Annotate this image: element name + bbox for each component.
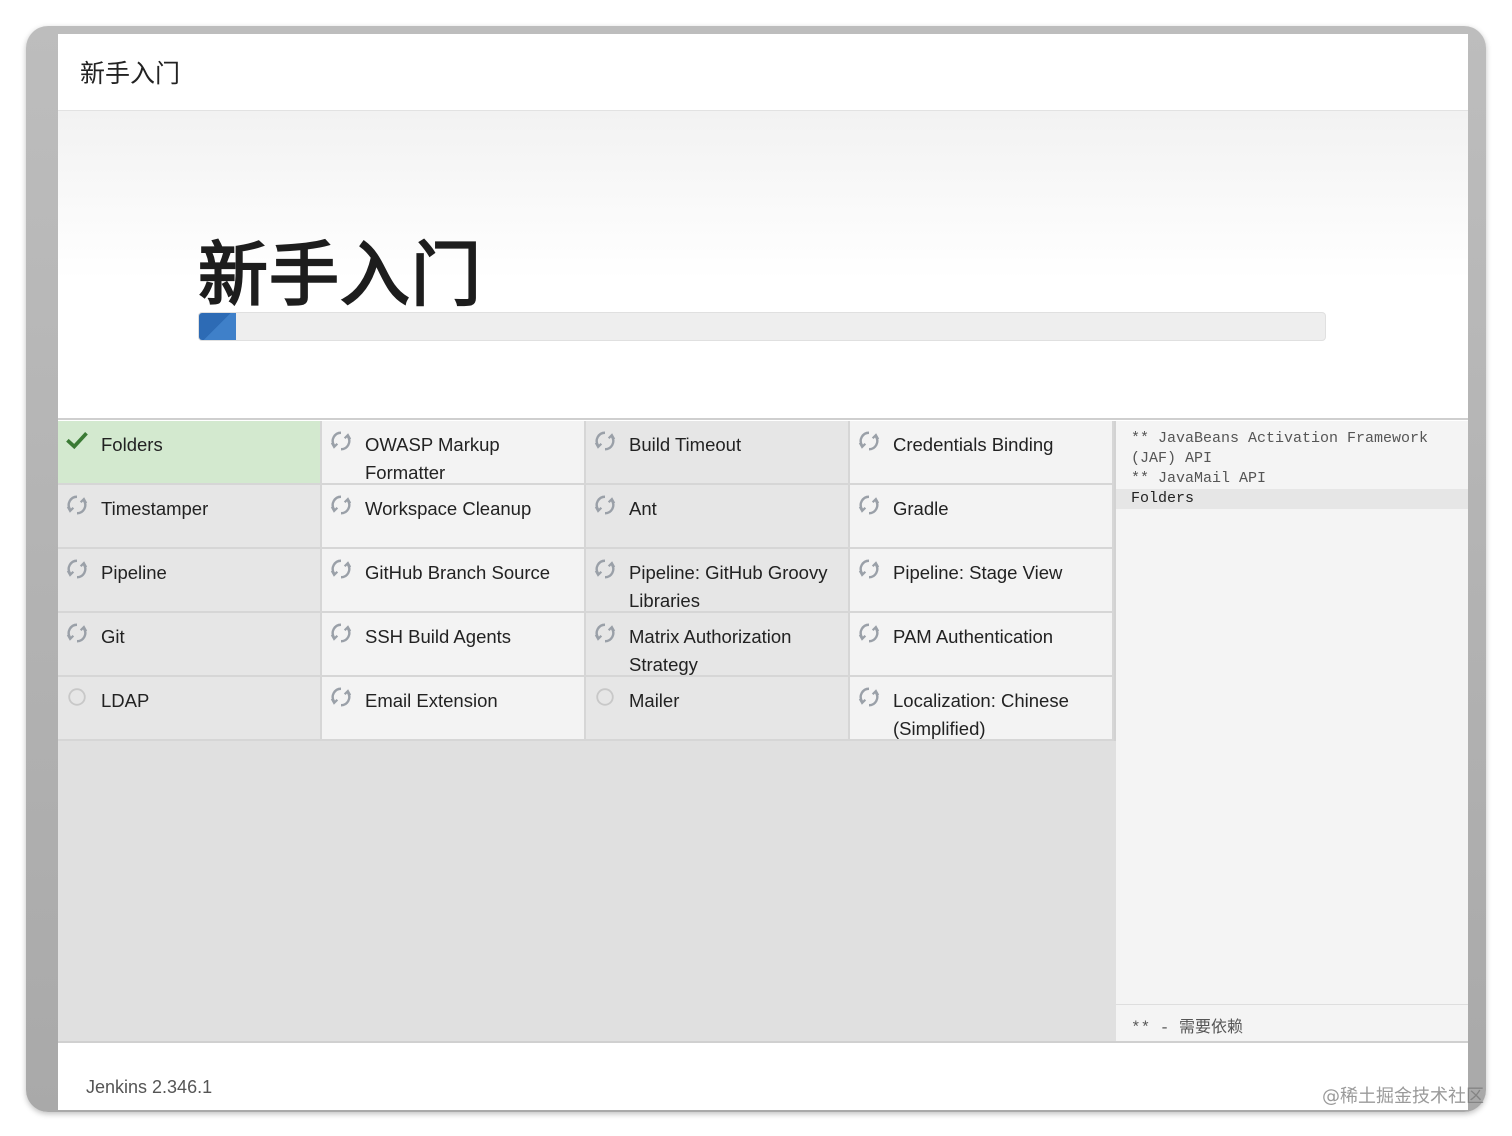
plugin-label: Matrix Authorization Strategy — [629, 626, 792, 675]
plugin-item: Pipeline: Stage View — [850, 549, 1114, 613]
plugin-label: Credentials Binding — [893, 434, 1054, 455]
refresh-spinner-icon — [858, 430, 880, 452]
plugin-label: SSH Build Agents — [365, 626, 512, 647]
progress-fill — [199, 313, 237, 340]
jenkins-version: Jenkins 2.346.1 — [86, 1077, 213, 1097]
plugin-label: PAM Authentication — [893, 626, 1054, 647]
refresh-spinner-icon — [594, 494, 616, 516]
plugin-label: Localization: Chinese (Simplified) — [893, 690, 1069, 739]
empty-circle-icon — [594, 686, 616, 708]
plugin-item: Pipeline — [58, 549, 322, 613]
plugin-item: Gradle — [850, 485, 1114, 549]
setup-wizard-dialog: 新手入门 新手入门 Folders OWASP Markup Formatter B… — [58, 34, 1468, 1110]
refresh-spinner-icon — [330, 686, 352, 708]
check-icon — [66, 430, 88, 452]
plugin-label: Mailer — [629, 690, 680, 711]
plugin-item: Mailer — [586, 677, 850, 741]
plugin-item: Git — [58, 613, 322, 677]
refresh-spinner-icon — [858, 494, 880, 516]
legend-text: 需要依赖 — [1179, 1017, 1244, 1036]
plugin-item: GitHub Branch Source — [322, 549, 586, 613]
refresh-spinner-icon — [66, 558, 88, 580]
plugin-item: Localization: Chinese (Simplified) — [850, 677, 1114, 741]
plugin-grid: Folders OWASP Markup Formatter Build Timeo… — [58, 421, 1116, 741]
refresh-spinner-icon — [858, 558, 880, 580]
plugin-item: Matrix Authorization Strategy — [586, 613, 850, 677]
plugin-label: Git — [101, 626, 125, 647]
log-line: ** JavaBeans Activation Framework (JAF) … — [1131, 430, 1438, 467]
refresh-spinner-icon — [594, 558, 616, 580]
plugin-label: GitHub Branch Source — [365, 562, 551, 583]
plugin-label: Email Extension — [365, 690, 498, 711]
dialog-title: 新手入门 — [80, 59, 181, 88]
plugin-label: Workspace Cleanup — [365, 498, 532, 519]
install-log: ** JavaBeans Activation Framework (JAF) … — [1116, 421, 1468, 509]
plugin-install-area: Folders OWASP Markup Formatter Build Timeo… — [58, 421, 1468, 1043]
plugin-label: Folders — [101, 434, 163, 455]
plugin-label: LDAP — [101, 690, 150, 711]
refresh-spinner-icon — [66, 622, 88, 644]
refresh-spinner-icon — [858, 622, 880, 644]
plugin-item: Email Extension — [322, 677, 586, 741]
page-title: 新手入门 — [198, 234, 482, 316]
plugin-item: Build Timeout — [586, 421, 850, 485]
refresh-spinner-icon — [858, 686, 880, 708]
legend-marker: ** - — [1131, 1019, 1170, 1037]
plugin-label: OWASP Markup Formatter — [365, 434, 500, 483]
refresh-spinner-icon — [594, 622, 616, 644]
plugin-label: Build Timeout — [629, 434, 742, 455]
plugin-item: Folders — [58, 421, 322, 485]
plugin-label: Pipeline: Stage View — [893, 562, 1063, 583]
refresh-spinner-icon — [330, 430, 352, 452]
refresh-spinner-icon — [594, 430, 616, 452]
plugin-item: Ant — [586, 485, 850, 549]
footer: Jenkins 2.346.1 — [58, 1043, 1468, 1110]
refresh-spinner-icon — [330, 622, 352, 644]
plugin-label: Timestamper — [101, 498, 209, 519]
plugin-label: Pipeline: GitHub Groovy Libraries — [629, 562, 828, 611]
plugin-item: SSH Build Agents — [322, 613, 586, 677]
plugin-item: Timestamper — [58, 485, 322, 549]
plugin-item: Credentials Binding — [850, 421, 1114, 485]
log-line: ** JavaMail API — [1131, 470, 1267, 487]
plugin-item: OWASP Markup Formatter — [322, 421, 586, 485]
install-progress-bar — [198, 312, 1326, 341]
plugin-label: Pipeline — [101, 562, 167, 583]
dialog-header: 新手入门 — [58, 34, 1468, 111]
plugin-item: PAM Authentication — [850, 613, 1114, 677]
plugin-label: Gradle — [893, 498, 949, 519]
plugin-item: Pipeline: GitHub Groovy Libraries — [586, 549, 850, 613]
dependency-legend: ** - 需要依赖 — [1116, 1004, 1468, 1041]
plugin-item: Workspace Cleanup — [322, 485, 586, 549]
watermark: @稀土掘金技术社区 — [1322, 1086, 1484, 1107]
hero-section: 新手入门 — [58, 111, 1468, 420]
install-log-panel: ** JavaBeans Activation Framework (JAF) … — [1116, 421, 1468, 1041]
log-line: Folders — [1116, 489, 1468, 509]
plugin-item: LDAP — [58, 677, 322, 741]
refresh-spinner-icon — [330, 494, 352, 516]
refresh-spinner-icon — [66, 494, 88, 516]
empty-circle-icon — [66, 686, 88, 708]
plugin-label: Ant — [629, 498, 657, 519]
refresh-spinner-icon — [330, 558, 352, 580]
